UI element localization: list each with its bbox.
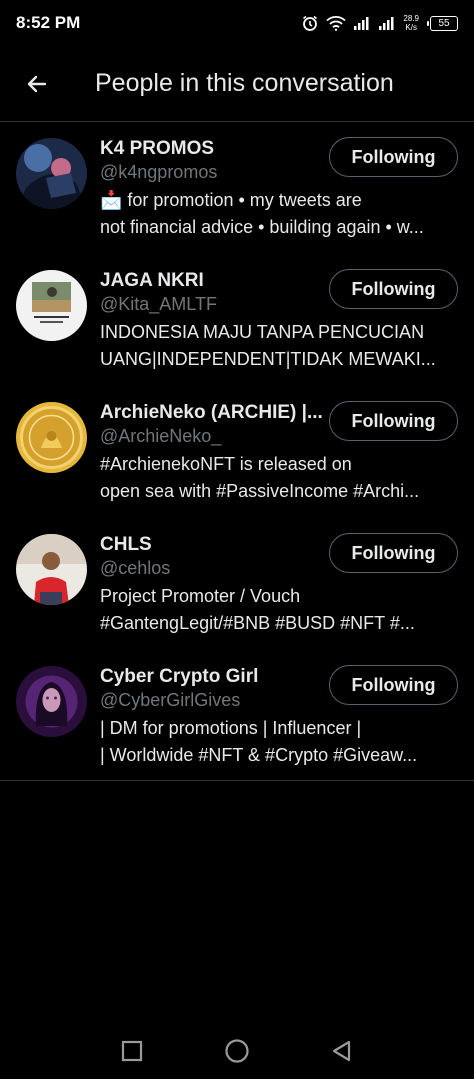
circle-icon: [225, 1039, 249, 1063]
bio-line: UANG|INDEPENDENT|TIDAK MEWAKI...: [100, 349, 436, 369]
status-time: 8:52 PM: [16, 13, 81, 32]
person-bio: INDONESIA MAJU TANPA PENCUCIAN UANG|INDE…: [100, 319, 458, 373]
back-nav-button[interactable]: [322, 1031, 362, 1071]
network-speed-value: 28.9: [403, 14, 419, 23]
alarm-icon: [301, 14, 319, 32]
bio-line: INDONESIA MAJU TANPA PENCUCIAN: [100, 322, 425, 342]
person-name[interactable]: CHLS: [100, 533, 326, 557]
square-icon: [122, 1040, 143, 1062]
avatar[interactable]: [16, 402, 87, 473]
following-button[interactable]: Following: [329, 665, 458, 705]
bio-line: #ArchienekoNFT is released on: [100, 454, 352, 474]
recent-apps-button[interactable]: [112, 1031, 152, 1071]
bio-line: | Worldwide #NFT & #Crypto #Giveaw...: [100, 745, 418, 765]
person-name[interactable]: K4 PROMOS: [100, 137, 326, 161]
avatar[interactable]: [16, 270, 87, 341]
status-bar: 8:52 PM 28.9 K/s 55: [0, 0, 474, 46]
avatar[interactable]: [16, 534, 87, 605]
list-divider: [0, 780, 474, 781]
network-speed: 28.9 K/s: [403, 14, 419, 32]
following-button[interactable]: Following: [329, 401, 458, 441]
signal-icon-1: [353, 15, 371, 31]
bio-line: not financial advice • building again • …: [100, 217, 424, 237]
triangle-back-icon: [332, 1040, 350, 1062]
network-speed-unit: K/s: [405, 23, 417, 32]
arrow-left-icon: [27, 75, 47, 92]
avatar[interactable]: [16, 138, 87, 209]
header: People in this conversation: [0, 46, 474, 122]
list-item[interactable]: CHLS @cehlos Project Promoter / Vouch #G…: [0, 518, 474, 650]
person-bio: Project Promoter / Vouch #GantengLegit/#…: [100, 583, 458, 637]
battery-level: 55: [438, 17, 450, 29]
person-bio: | DM for promotions | Influencer | | Wor…: [100, 715, 458, 769]
following-button[interactable]: Following: [329, 269, 458, 309]
signal-icon-2: [378, 15, 396, 31]
person-bio: #ArchienekoNFT is released on open sea w…: [100, 451, 458, 505]
bio-line: 📩 for promotion • my tweets are: [100, 190, 362, 210]
page-title: People in this conversation: [95, 69, 394, 97]
list-item[interactable]: Cyber Crypto Girl @CyberGirlGives | DM f…: [0, 650, 474, 782]
navigation-bar: [0, 1023, 474, 1079]
person-name[interactable]: ArchieNeko (ARCHIE) |...: [100, 401, 326, 425]
following-button[interactable]: Following: [329, 533, 458, 573]
battery-icon: 55: [427, 15, 458, 31]
status-icons: 28.9 K/s 55: [301, 14, 458, 32]
bio-line: | DM for promotions | Influencer |: [100, 718, 362, 738]
person-bio: 📩 for promotion • my tweets are not fina…: [100, 187, 458, 241]
bio-line: #GantengLegit/#BNB #BUSD #NFT #...: [100, 613, 415, 633]
list-item[interactable]: K4 PROMOS @k4ngpromos 📩 for promotion • …: [0, 122, 474, 254]
list-item[interactable]: ArchieNeko (ARCHIE) |... @ArchieNeko_ #A…: [0, 386, 474, 518]
bio-line: Project Promoter / Vouch: [100, 586, 301, 606]
person-name[interactable]: JAGA NKRI: [100, 269, 326, 293]
back-button[interactable]: [0, 46, 74, 122]
bio-line: open sea with #PassiveIncome #Archi...: [100, 481, 420, 501]
person-name[interactable]: Cyber Crypto Girl: [100, 665, 326, 689]
list-item[interactable]: JAGA NKRI @Kita_AMLTF INDONESIA MAJU TAN…: [0, 254, 474, 386]
following-button[interactable]: Following: [329, 137, 458, 177]
wifi-icon: [326, 15, 347, 31]
home-button[interactable]: [217, 1031, 257, 1071]
people-list: K4 PROMOS @k4ngpromos 📩 for promotion • …: [0, 122, 474, 782]
avatar[interactable]: [16, 666, 87, 737]
